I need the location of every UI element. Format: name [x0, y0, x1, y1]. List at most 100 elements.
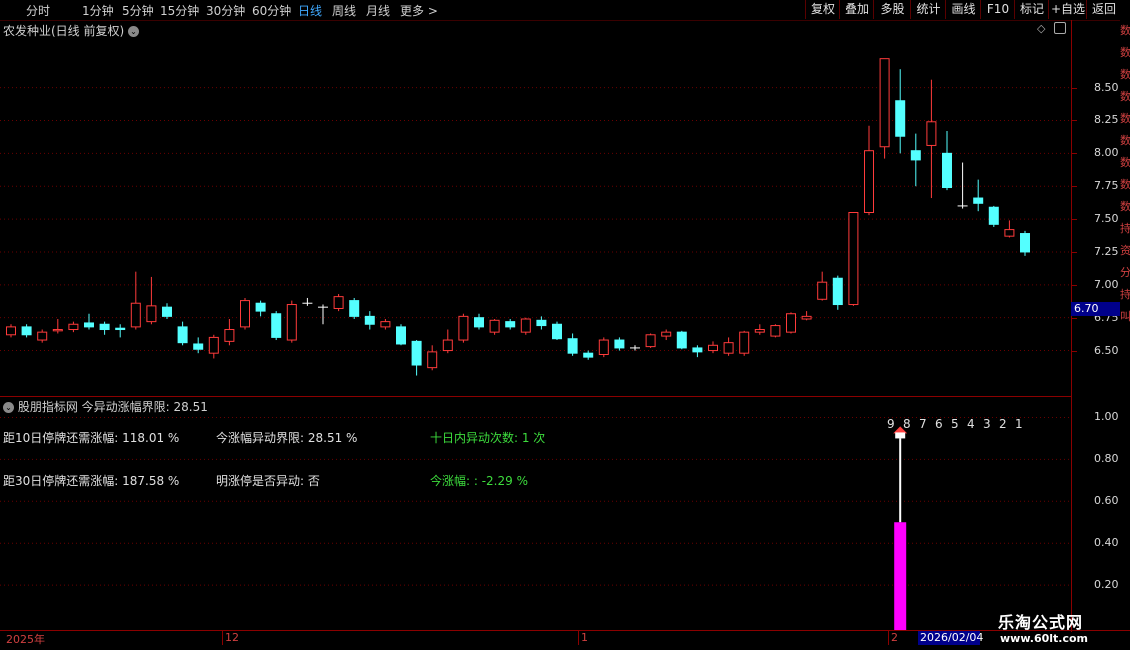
- candle-body: [645, 334, 656, 348]
- candle-body: [692, 347, 703, 353]
- candle-body: [770, 325, 781, 337]
- candle-body: [848, 212, 859, 306]
- price-axis-label: 7.25: [1094, 244, 1119, 258]
- countdown-number: 9: [887, 417, 895, 431]
- toolbar-button[interactable]: 叠加: [839, 0, 874, 19]
- candle-body: [115, 327, 126, 331]
- countdown-number: 2: [999, 417, 1007, 431]
- candle-body: [988, 206, 999, 225]
- candle-body: [942, 152, 952, 189]
- candle-body: [52, 329, 63, 332]
- candle-body: [708, 344, 718, 352]
- date-label: 2025年: [6, 633, 45, 646]
- candle-body: [567, 338, 578, 354]
- indicator-axis-label: 0.60: [1094, 494, 1119, 508]
- candle-body: [614, 339, 625, 349]
- watermark-title: 乐淘公式网: [998, 613, 1084, 632]
- current-price-tag: 6.70: [1071, 302, 1123, 316]
- chevron-down-icon[interactable]: ⌄: [128, 26, 140, 37]
- toolbar-button[interactable]: 标记: [1014, 0, 1049, 19]
- price-axis-label: 8.00: [1094, 146, 1119, 160]
- stat-tomorrow: 明涨停是否异动: 否: [216, 474, 320, 488]
- period-tab[interactable]: 月线: [366, 2, 390, 19]
- candle-body: [255, 302, 266, 312]
- candle-body: [84, 322, 94, 328]
- candle-body: [1020, 233, 1030, 253]
- candle-body: [224, 329, 235, 342]
- price-axis-label: 7.75: [1094, 179, 1119, 193]
- candle-body: [271, 313, 282, 338]
- chevron-down-icon[interactable]: ⌄: [3, 402, 14, 413]
- indicator-title: ⌄ 股朋指标网 今异动涨幅界限: 28.51: [3, 398, 208, 415]
- candle-body: [926, 121, 937, 146]
- candle-body: [162, 306, 172, 317]
- candlestick-chart[interactable]: [0, 20, 1072, 396]
- price-axis-tick: [1072, 317, 1077, 319]
- candle-body: [427, 351, 438, 369]
- period-tab[interactable]: 1分钟: [82, 2, 114, 19]
- side-info-strip: 数 数 数 数 数 数 数 数 数 持 资 分 持 叫: [1120, 20, 1130, 630]
- period-tab[interactable]: 日线: [298, 2, 322, 19]
- diamond-icon[interactable]: ◇: [1037, 22, 1045, 35]
- date-label: 1: [578, 631, 588, 645]
- candle-body: [536, 319, 547, 327]
- countdown-number: 4: [967, 417, 975, 431]
- indicator-axis-label: 0.80: [1094, 452, 1119, 466]
- candle-body: [864, 150, 874, 213]
- candle-body: [661, 331, 672, 337]
- candle-body: [442, 339, 453, 352]
- countdown-number: 6: [935, 417, 943, 431]
- price-axis-tick: [1072, 87, 1077, 89]
- price-axis-tick: [1072, 120, 1077, 122]
- stock-title-text: 农发种业(日线 前复权): [3, 24, 125, 38]
- candle-body: [37, 331, 48, 341]
- candle-body: [910, 150, 921, 161]
- toolbar-button[interactable]: F10: [980, 0, 1015, 19]
- candle-body: [505, 321, 516, 328]
- candle-body: [411, 340, 422, 366]
- candle-body: [458, 315, 469, 341]
- period-tab[interactable]: 更多 >: [400, 2, 438, 19]
- toolbar-button[interactable]: 返回: [1086, 0, 1121, 19]
- cursor-date: 2026/02/04: [918, 631, 984, 645]
- price-axis-label: 6.50: [1094, 343, 1119, 357]
- period-tab[interactable]: 周线: [332, 2, 356, 19]
- toolbar-button[interactable]: 统计: [910, 0, 946, 19]
- candle-body: [6, 326, 16, 336]
- candle-body: [286, 304, 297, 341]
- period-tab[interactable]: 5分钟: [122, 2, 154, 19]
- candle-body: [817, 281, 828, 300]
- toolbar-button[interactable]: 复权: [805, 0, 840, 19]
- candle-body: [380, 321, 391, 328]
- date-label: 2: [888, 631, 898, 645]
- candle-body: [879, 58, 890, 148]
- period-tab[interactable]: 15分钟: [160, 2, 199, 19]
- candle-body: [333, 296, 344, 309]
- candle-body: [723, 342, 734, 354]
- toolbar-button[interactable]: +自选: [1048, 0, 1087, 19]
- countdown-number: 8: [903, 417, 911, 431]
- candle-body: [474, 317, 484, 328]
- price-axis-label: 8.25: [1094, 113, 1119, 127]
- period-tab[interactable]: 60分钟: [252, 2, 291, 19]
- stat-today-change: 今涨幅: : -2.29 %: [430, 474, 528, 488]
- price-axis-tick: [1072, 153, 1077, 155]
- toolbar-button[interactable]: 画线: [945, 0, 981, 19]
- price-axis-label: 7.00: [1094, 277, 1119, 291]
- indicator-axis-label: 0.40: [1094, 536, 1119, 550]
- candle-body: [676, 331, 687, 349]
- candle-body: [520, 318, 531, 333]
- period-tab[interactable]: 30分钟: [206, 2, 245, 19]
- candle-body: [193, 343, 204, 350]
- window-toggle-icon[interactable]: [1054, 22, 1066, 34]
- toolbar-button[interactable]: 多股: [873, 0, 911, 19]
- stat-limit: 今涨幅异动界限: 28.51 %: [216, 431, 358, 445]
- period-tab[interactable]: 分时: [26, 2, 50, 19]
- candle-body: [786, 313, 796, 333]
- candle-body: [396, 326, 406, 345]
- indicator-title-text: 股朋指标网 今异动涨幅界限: 28.51: [17, 400, 208, 414]
- stat-30day: 距30日停牌还需涨幅: 187.58 %: [3, 474, 180, 488]
- price-axis-tick: [1072, 186, 1077, 188]
- candle-body: [99, 323, 110, 331]
- candle-body: [739, 331, 750, 354]
